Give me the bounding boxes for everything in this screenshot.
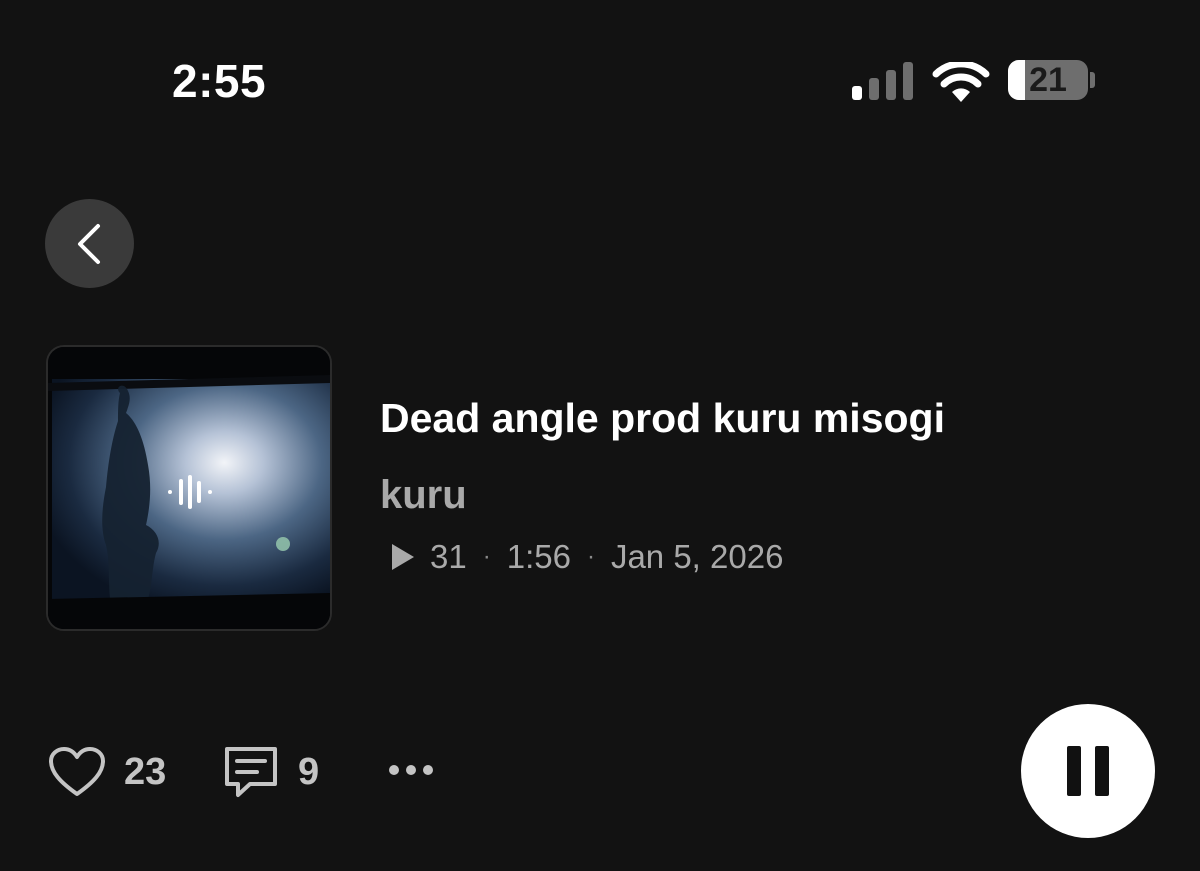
battery-level: 21 — [1029, 60, 1067, 99]
artist-link[interactable]: kuru — [380, 473, 467, 518]
wifi-icon — [932, 62, 990, 102]
track-meta: 31 · 1:56 · Jan 5, 2026 — [390, 536, 783, 578]
meta-separator: · — [586, 543, 595, 570]
play-count: 31 — [430, 538, 467, 575]
like-count: 23 — [124, 750, 167, 793]
meta-separator: · — [482, 543, 491, 570]
track-duration: 1:56 — [506, 538, 571, 575]
more-horizontal-icon — [389, 765, 433, 775]
status-time: 2:55 — [172, 55, 267, 107]
battery-nub — [1090, 72, 1095, 88]
back-button[interactable] — [45, 199, 134, 288]
more-button[interactable] — [386, 752, 436, 788]
play-icon — [392, 544, 414, 570]
cellular-signal-icon — [852, 62, 913, 100]
comment-count: 9 — [298, 750, 320, 793]
pause-button[interactable] — [1021, 704, 1155, 838]
battery-icon: 21 — [1008, 60, 1088, 100]
comment-icon — [225, 747, 277, 797]
release-date: Jan 5, 2026 — [610, 538, 784, 575]
comment-button[interactable]: 9 — [222, 742, 319, 802]
waveform-icon — [168, 475, 212, 509]
like-button[interactable]: 23 — [48, 742, 166, 802]
chevron-left-icon — [77, 223, 100, 264]
pause-icon — [1067, 746, 1109, 796]
track-title: Dead angle prod kuru misogi — [380, 395, 945, 441]
heart-icon — [49, 747, 105, 796]
track-screen: 2:55 21 Dead angle prod kuru misogi kuru… — [0, 0, 1200, 871]
